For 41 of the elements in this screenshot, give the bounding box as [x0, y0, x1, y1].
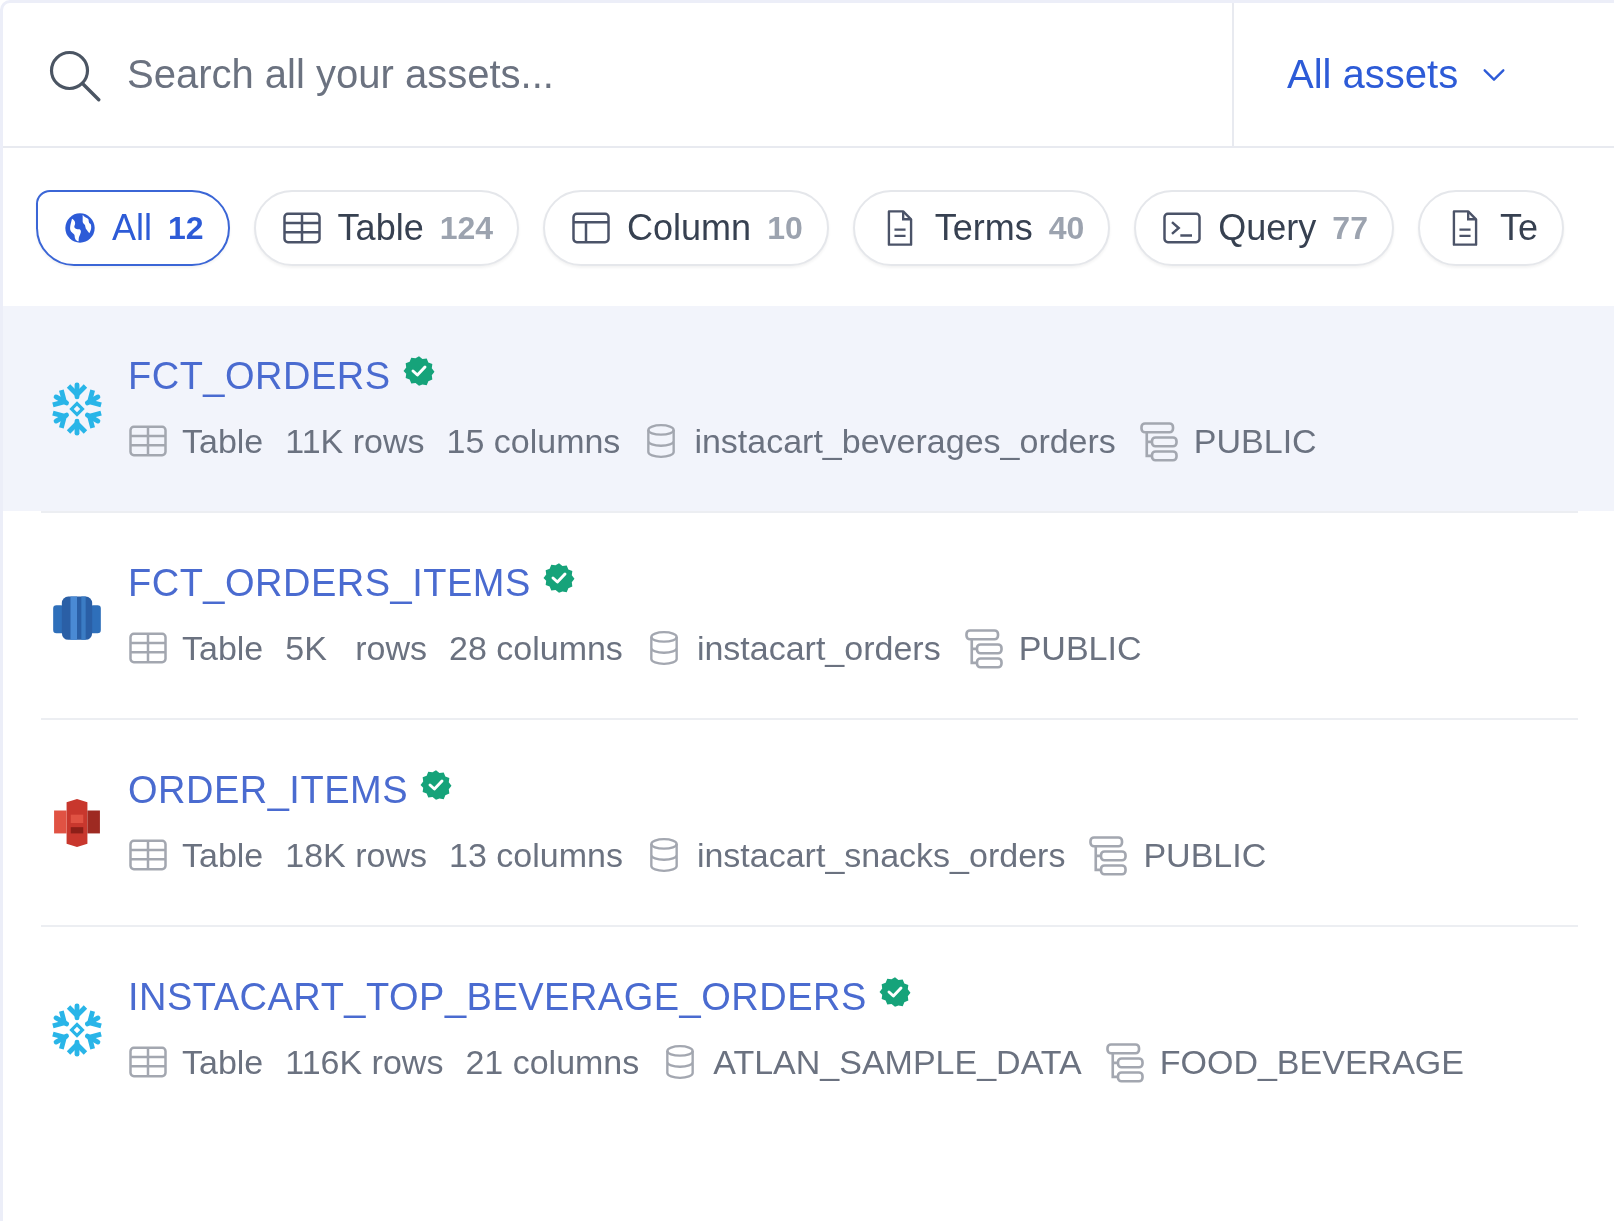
asset-type: Table [182, 421, 264, 461]
schema-name: PUBLIC [1143, 835, 1267, 875]
asset-type: Table [182, 1042, 264, 1082]
filter-chip[interactable]: Te [1417, 190, 1564, 266]
schema-icon [962, 627, 1005, 669]
filter-chip[interactable]: Query 77 [1134, 190, 1394, 266]
database-name: instacart_orders [696, 628, 941, 668]
result-row[interactable]: FCT_ORDERS_ITEMS Table 5K rows 28 columns instacart_orders PUBLIC [3, 513, 1578, 718]
filter-chip[interactable]: Table 124 [253, 190, 520, 266]
row-count: 116K rows [285, 1042, 444, 1082]
row-count: 18K rows [285, 835, 427, 875]
asset-title[interactable]: FCT_ORDERS_ITEMS [128, 562, 531, 605]
schema-icon [1087, 834, 1130, 876]
result-row[interactable]: INSTACART_TOP_BEVERAGE_ORDERS Table 116K rows 21 columns ATLAN_SAMPLE_DATA FOOD_BEVERAGE [3, 927, 1578, 1132]
column-count: 15 columns [446, 421, 621, 461]
result-row[interactable]: ORDER_ITEMS Table 18K rows 13 columns instacart_snacks_orders PUBLIC [3, 720, 1578, 925]
schema-icon [1137, 420, 1180, 462]
asset-type: Table [182, 835, 264, 875]
column-count: 13 columns [449, 835, 623, 875]
schema-name: FOOD_BEVERAGE [1159, 1042, 1464, 1082]
asset-type: Table [182, 628, 264, 668]
asset-title[interactable]: ORDER_ITEMS [128, 769, 408, 812]
schema-name: PUBLIC [1193, 421, 1317, 461]
schema-name: PUBLIC [1018, 628, 1142, 668]
database-name: ATLAN_SAMPLE_DATA [713, 1042, 1082, 1082]
filter-chip[interactable]: Terms 40 [852, 190, 1111, 266]
column-count: 28 columns [449, 628, 623, 668]
column-count: 21 columns [465, 1042, 640, 1082]
database-name: instacart_snacks_orders [696, 835, 1066, 875]
globe-icon [64, 212, 96, 244]
result-row[interactable]: FCT_ORDERS Table 11K rows 15 columns instacart_beverages_orders PUBLIC [3, 306, 1614, 511]
search-field[interactable]: Search all your assets... [127, 52, 1027, 97]
database-name: instacart_beverages_orders [694, 421, 1116, 461]
row-count: 5K rows [285, 628, 427, 668]
row-count: 11K rows [285, 421, 425, 461]
asset-title[interactable]: FCT_ORDERS [128, 355, 391, 398]
schema-icon [1103, 1041, 1146, 1083]
filter-chip[interactable]: All 12 [36, 190, 230, 266]
filter-chip[interactable]: Column 10 [543, 190, 829, 266]
asset-title[interactable]: INSTACART_TOP_BEVERAGE_ORDERS [128, 976, 867, 1019]
scope-dropdown[interactable]: All assets [1234, 3, 1614, 146]
